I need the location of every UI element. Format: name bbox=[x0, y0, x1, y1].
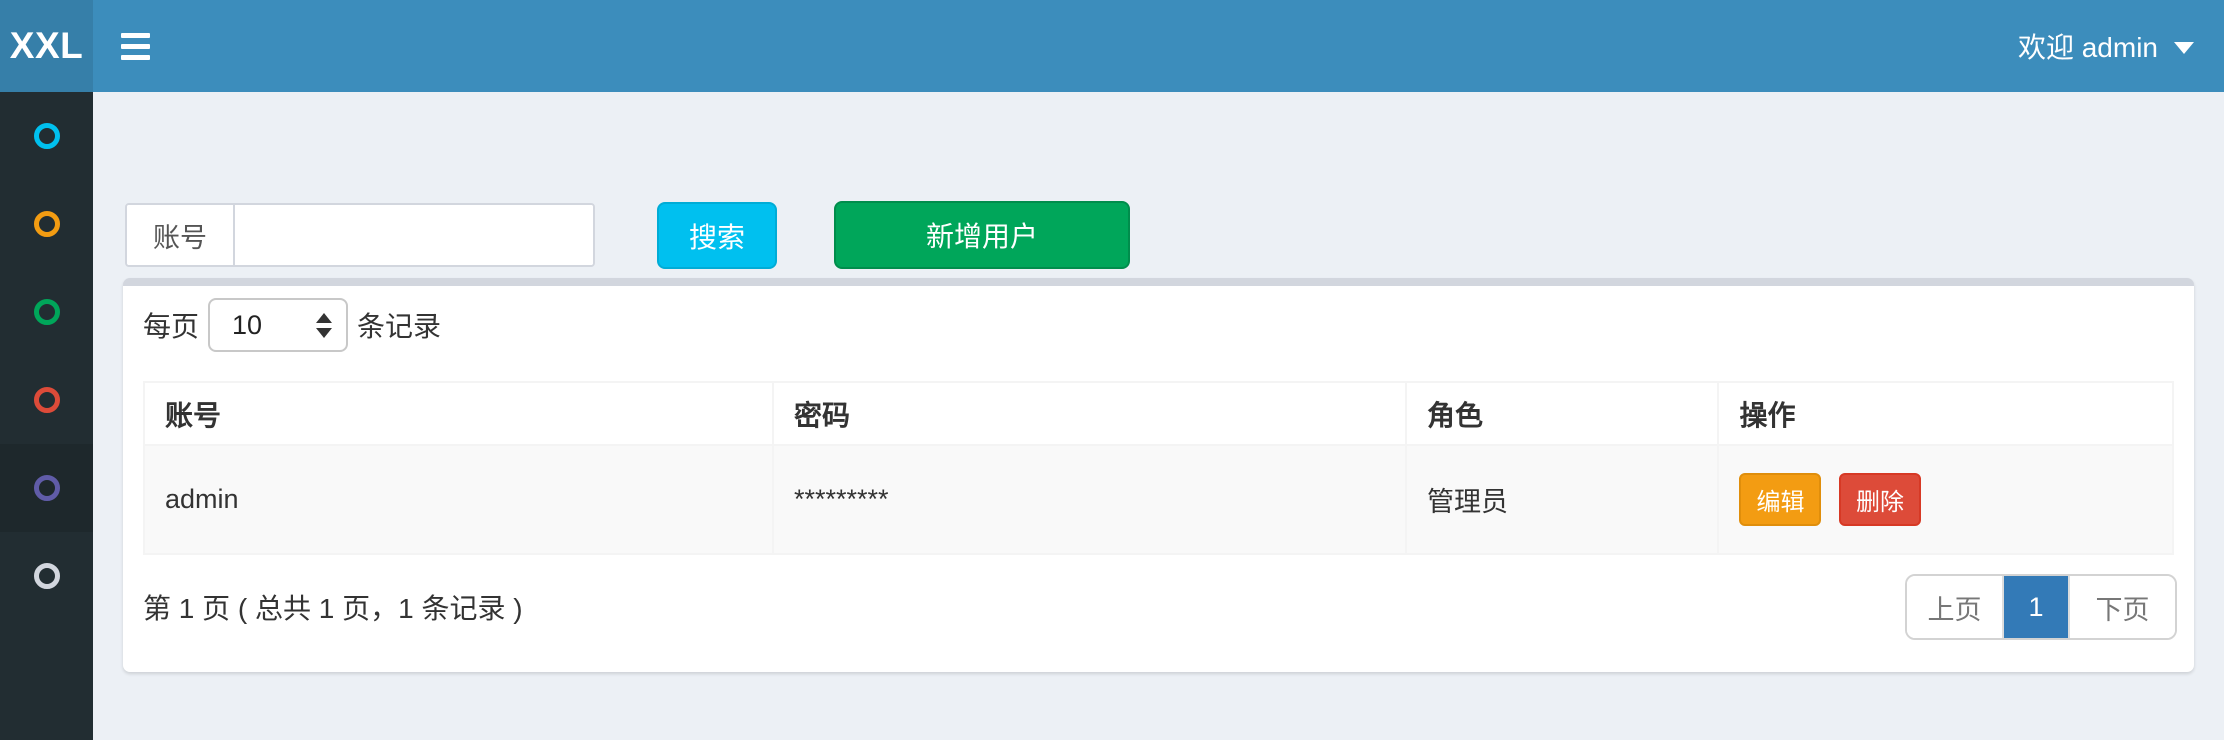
account-input-label: 账号 bbox=[127, 205, 235, 265]
circle-outline-icon bbox=[34, 299, 60, 325]
column-header-account: 账号 bbox=[144, 382, 773, 445]
table-row: admin ********* 管理员 编辑 删除 bbox=[144, 445, 2173, 554]
main-content: 用户管理 账号 搜索 新增用户 每页 10 条记录 bbox=[93, 92, 2224, 740]
users-table: 账号 密码 角色 操作 admin ********* 管理员 编辑 删除 bbox=[143, 381, 2174, 555]
caret-down-icon bbox=[2174, 42, 2194, 54]
add-user-button[interactable]: 新增用户 bbox=[834, 201, 1130, 269]
welcome-user-label: 欢迎 admin bbox=[2018, 26, 2158, 66]
circle-outline-icon bbox=[34, 563, 60, 589]
circle-outline-icon bbox=[34, 387, 60, 413]
account-search-input[interactable] bbox=[235, 205, 593, 265]
circle-outline-icon bbox=[34, 475, 60, 501]
sidebar-toggle-button[interactable] bbox=[121, 0, 181, 92]
cell-actions: 编辑 删除 bbox=[1718, 445, 2173, 554]
sidebar-nav bbox=[0, 92, 93, 740]
page-size-value: 10 bbox=[232, 310, 316, 341]
pagination-controls: 上页 1 下页 bbox=[1905, 574, 2177, 640]
cell-role: 管理员 bbox=[1406, 445, 1718, 554]
search-button[interactable]: 搜索 bbox=[657, 202, 777, 269]
sidebar-item-5-active[interactable] bbox=[0, 444, 93, 532]
page-size-select[interactable]: 10 bbox=[208, 298, 348, 352]
delete-button[interactable]: 删除 bbox=[1839, 473, 1921, 526]
current-page-button[interactable]: 1 bbox=[2004, 576, 2068, 638]
sidebar-item-3[interactable] bbox=[0, 268, 93, 356]
edit-button[interactable]: 编辑 bbox=[1739, 473, 1821, 526]
pagination-summary: 第 1 页 ( 总共 1 页，1 条记录 ) bbox=[143, 587, 523, 627]
sidebar-item-1[interactable] bbox=[0, 92, 93, 180]
column-header-password: 密码 bbox=[773, 382, 1406, 445]
app-logo[interactable]: XXL bbox=[0, 0, 93, 92]
next-page-button[interactable]: 下页 bbox=[2068, 576, 2175, 638]
top-navbar: XXL 欢迎 admin bbox=[0, 0, 2224, 92]
hamburger-icon bbox=[121, 33, 150, 38]
page-size-suffix-label: 条记录 bbox=[357, 305, 441, 345]
cell-account: admin bbox=[144, 445, 773, 554]
cell-password: ********* bbox=[773, 445, 1406, 554]
sidebar-item-2[interactable] bbox=[0, 180, 93, 268]
select-arrows-icon bbox=[316, 313, 332, 338]
page-size-control: 每页 10 条记录 bbox=[143, 298, 441, 352]
user-table-panel: 每页 10 条记录 账号 密码 角色 bbox=[123, 278, 2194, 672]
app-window: XXL 欢迎 admin 用户管理 bbox=[0, 0, 2224, 740]
circle-outline-icon bbox=[34, 123, 60, 149]
prev-page-button[interactable]: 上页 bbox=[1907, 576, 2004, 638]
page-size-prefix-label: 每页 bbox=[143, 305, 199, 345]
sidebar-item-6[interactable] bbox=[0, 532, 93, 620]
account-search-group: 账号 bbox=[125, 203, 595, 267]
table-header-row: 账号 密码 角色 操作 bbox=[144, 382, 2173, 445]
sidebar-item-4[interactable] bbox=[0, 356, 93, 444]
user-menu-dropdown[interactable]: 欢迎 admin bbox=[2018, 0, 2194, 92]
column-header-actions: 操作 bbox=[1718, 382, 2173, 445]
column-header-role: 角色 bbox=[1406, 382, 1718, 445]
circle-outline-icon bbox=[34, 211, 60, 237]
